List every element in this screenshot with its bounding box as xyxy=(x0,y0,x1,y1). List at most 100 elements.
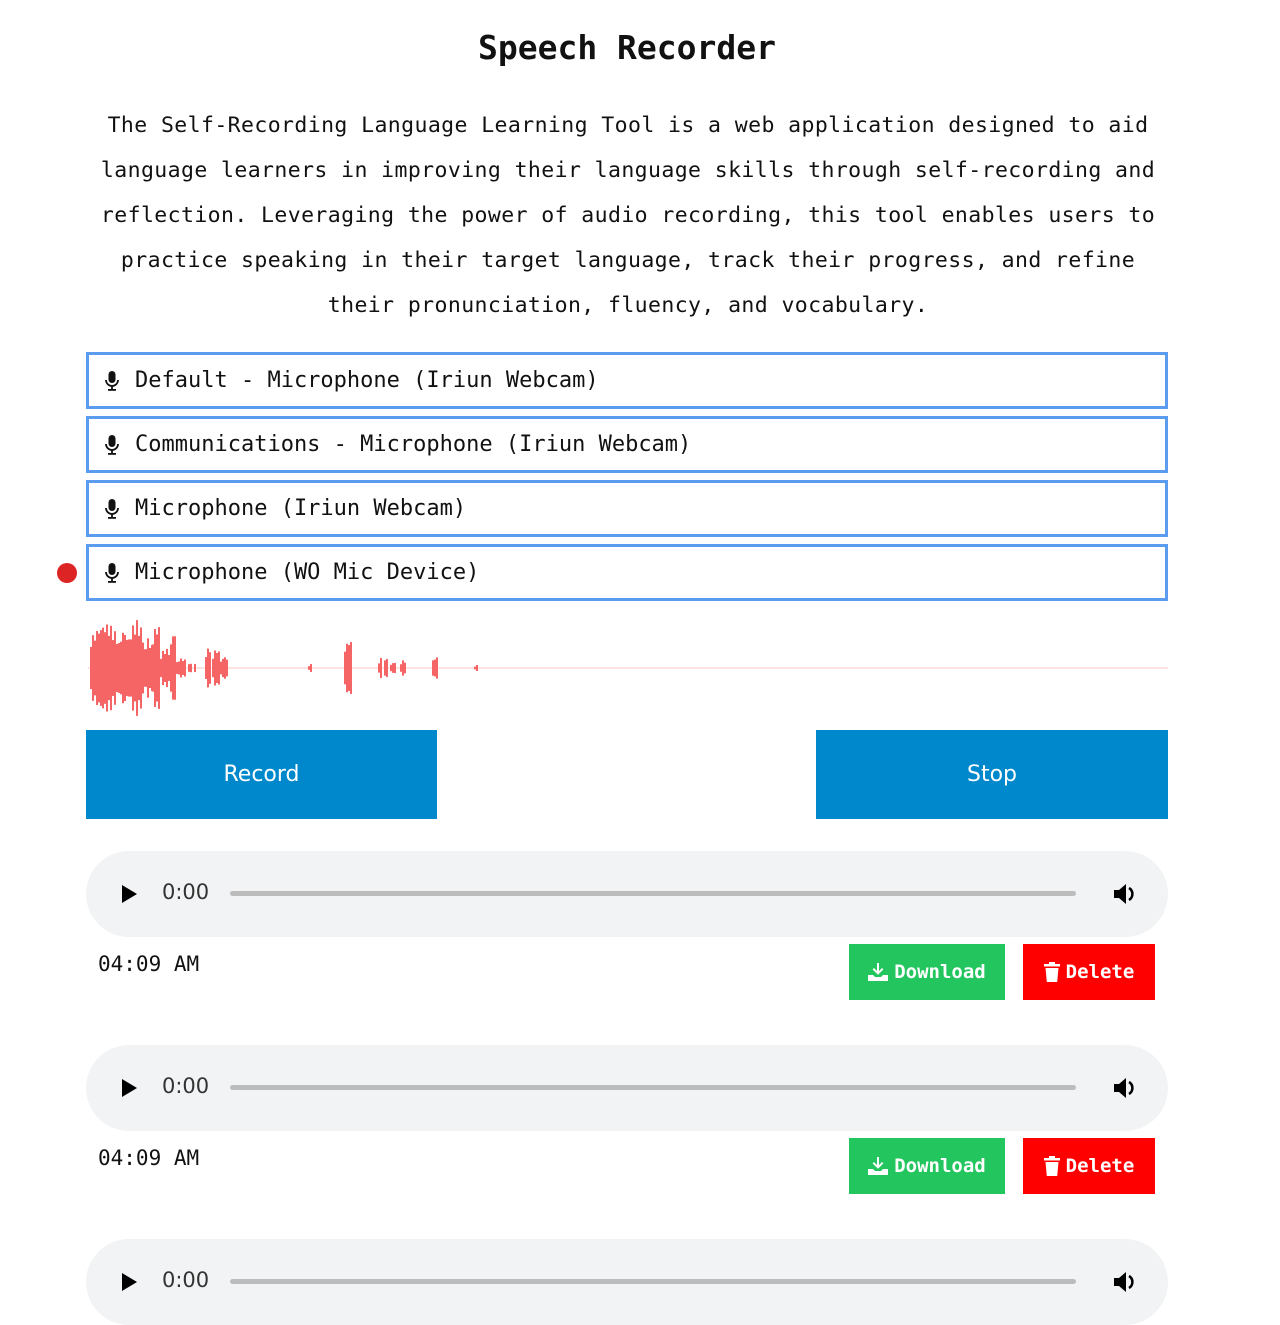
play-icon[interactable] xyxy=(122,885,137,903)
waveform-bar xyxy=(166,648,168,688)
waveform-bar xyxy=(205,657,207,679)
waveform-bar xyxy=(108,635,110,701)
waveform-bar xyxy=(400,664,402,672)
waveform-bar xyxy=(390,664,392,672)
volume-icon[interactable] xyxy=(1112,1075,1140,1101)
mic-option-wo-mic[interactable]: Microphone (WO Mic Device) xyxy=(86,544,1168,601)
mic-option-label: Microphone (WO Mic Device) xyxy=(135,560,480,585)
mic-option-iriun[interactable]: Microphone (Iriun Webcam) xyxy=(86,480,1168,537)
download-label: Download xyxy=(894,961,986,983)
download-icon xyxy=(868,1157,889,1175)
waveform-bar xyxy=(134,634,136,702)
waveform-bar xyxy=(126,639,128,697)
waveform-bar xyxy=(110,625,112,711)
waveform-bar xyxy=(154,629,156,707)
waveform-bar xyxy=(182,660,184,676)
mic-option-label: Microphone (Iriun Webcam) xyxy=(135,496,467,521)
mic-option-label: Communications - Microphone (Iriun Webca… xyxy=(135,432,692,457)
waveform-bar xyxy=(378,663,380,673)
recording-timestamp: 04:09 AM xyxy=(98,952,200,976)
waveform-bar xyxy=(147,638,149,698)
microphone-icon xyxy=(103,562,121,583)
stop-button[interactable]: Stop xyxy=(816,730,1168,819)
delete-button[interactable]: Delete xyxy=(1023,1138,1155,1194)
waveform-bar xyxy=(476,665,478,671)
audio-seek-bar[interactable] xyxy=(230,891,1076,896)
waveform-bar xyxy=(222,658,224,678)
waveform-bar xyxy=(350,642,352,694)
waveform-bar xyxy=(402,660,404,676)
waveform-bar xyxy=(212,658,214,678)
waveform-bar xyxy=(152,644,154,692)
audio-current-time: 0:00 xyxy=(162,1268,210,1292)
trash-icon xyxy=(1043,962,1060,982)
audio-player[interactable]: 0:00 xyxy=(86,1239,1168,1325)
waveform-bar xyxy=(106,624,108,712)
waveform-bar xyxy=(209,652,211,684)
waveform-bar xyxy=(114,631,116,705)
volume-icon[interactable] xyxy=(1112,881,1140,907)
waveform-bar xyxy=(308,666,310,670)
audio-current-time: 0:00 xyxy=(162,1074,210,1098)
microphone-icon xyxy=(103,498,121,519)
waveform-bar xyxy=(214,650,216,686)
audio-player[interactable]: 0:00 xyxy=(86,1045,1168,1131)
waveform-bar xyxy=(174,636,176,700)
recording-indicator-dot xyxy=(57,563,77,583)
waveform-bar xyxy=(128,639,130,697)
audio-seek-bar[interactable] xyxy=(230,1279,1076,1284)
waveform-bar xyxy=(164,654,166,682)
waveform-bar xyxy=(104,632,106,704)
waveform-bar xyxy=(207,648,209,688)
audio-waveform xyxy=(88,620,1168,716)
microphone-icon xyxy=(103,370,121,391)
waveform-bar xyxy=(90,646,92,690)
waveform-bar xyxy=(224,657,226,679)
delete-label: Delete xyxy=(1065,1155,1135,1177)
waveform-bar xyxy=(92,635,94,701)
download-button[interactable]: Download xyxy=(849,1138,1005,1194)
waveform-bar xyxy=(176,662,178,674)
waveform-bar xyxy=(145,649,147,687)
waveform-bar xyxy=(434,659,436,677)
page-title: Speech Recorder xyxy=(477,28,776,67)
waveform-bar xyxy=(194,663,196,673)
waveform-bar xyxy=(310,664,312,672)
waveform-bar xyxy=(380,658,382,678)
delete-button[interactable]: Delete xyxy=(1023,944,1155,1000)
waveform-bar xyxy=(392,663,394,673)
waveform-bar xyxy=(118,643,120,693)
waveform-bar xyxy=(116,644,118,692)
waveform-bar xyxy=(432,660,434,676)
waveform-bar xyxy=(344,651,346,685)
record-button[interactable]: Record xyxy=(86,730,437,819)
waveform-bar xyxy=(184,659,186,677)
waveform-bar xyxy=(168,655,170,681)
waveform-bar xyxy=(138,635,140,701)
waveform-bar xyxy=(386,659,388,677)
waveform-bar xyxy=(170,644,172,692)
waveform-bar xyxy=(346,643,348,693)
mic-option-default[interactable]: Default - Microphone (Iriun Webcam) xyxy=(86,352,1168,409)
waveform-bar xyxy=(162,650,164,686)
volume-icon[interactable] xyxy=(1112,1269,1140,1295)
waveform-bar xyxy=(143,649,145,687)
download-button[interactable]: Download xyxy=(849,944,1005,1000)
waveform-bar xyxy=(98,633,100,703)
delete-label: Delete xyxy=(1065,961,1135,983)
mic-option-label: Default - Microphone (Iriun Webcam) xyxy=(135,368,599,393)
waveform-bar xyxy=(100,630,102,706)
download-label: Download xyxy=(894,1155,986,1177)
audio-player[interactable]: 0:00 xyxy=(86,851,1168,937)
waveform-bar xyxy=(384,660,386,676)
waveform-bar xyxy=(226,659,228,677)
waveform-bar xyxy=(220,661,222,675)
mic-option-communications[interactable]: Communications - Microphone (Iriun Webca… xyxy=(86,416,1168,473)
play-icon[interactable] xyxy=(122,1079,137,1097)
play-icon[interactable] xyxy=(122,1273,137,1291)
waveform-bar xyxy=(156,634,158,702)
waveform-bar xyxy=(348,645,350,691)
audio-seek-bar[interactable] xyxy=(230,1085,1076,1090)
trash-icon xyxy=(1043,1156,1060,1176)
audio-current-time: 0:00 xyxy=(162,880,210,904)
